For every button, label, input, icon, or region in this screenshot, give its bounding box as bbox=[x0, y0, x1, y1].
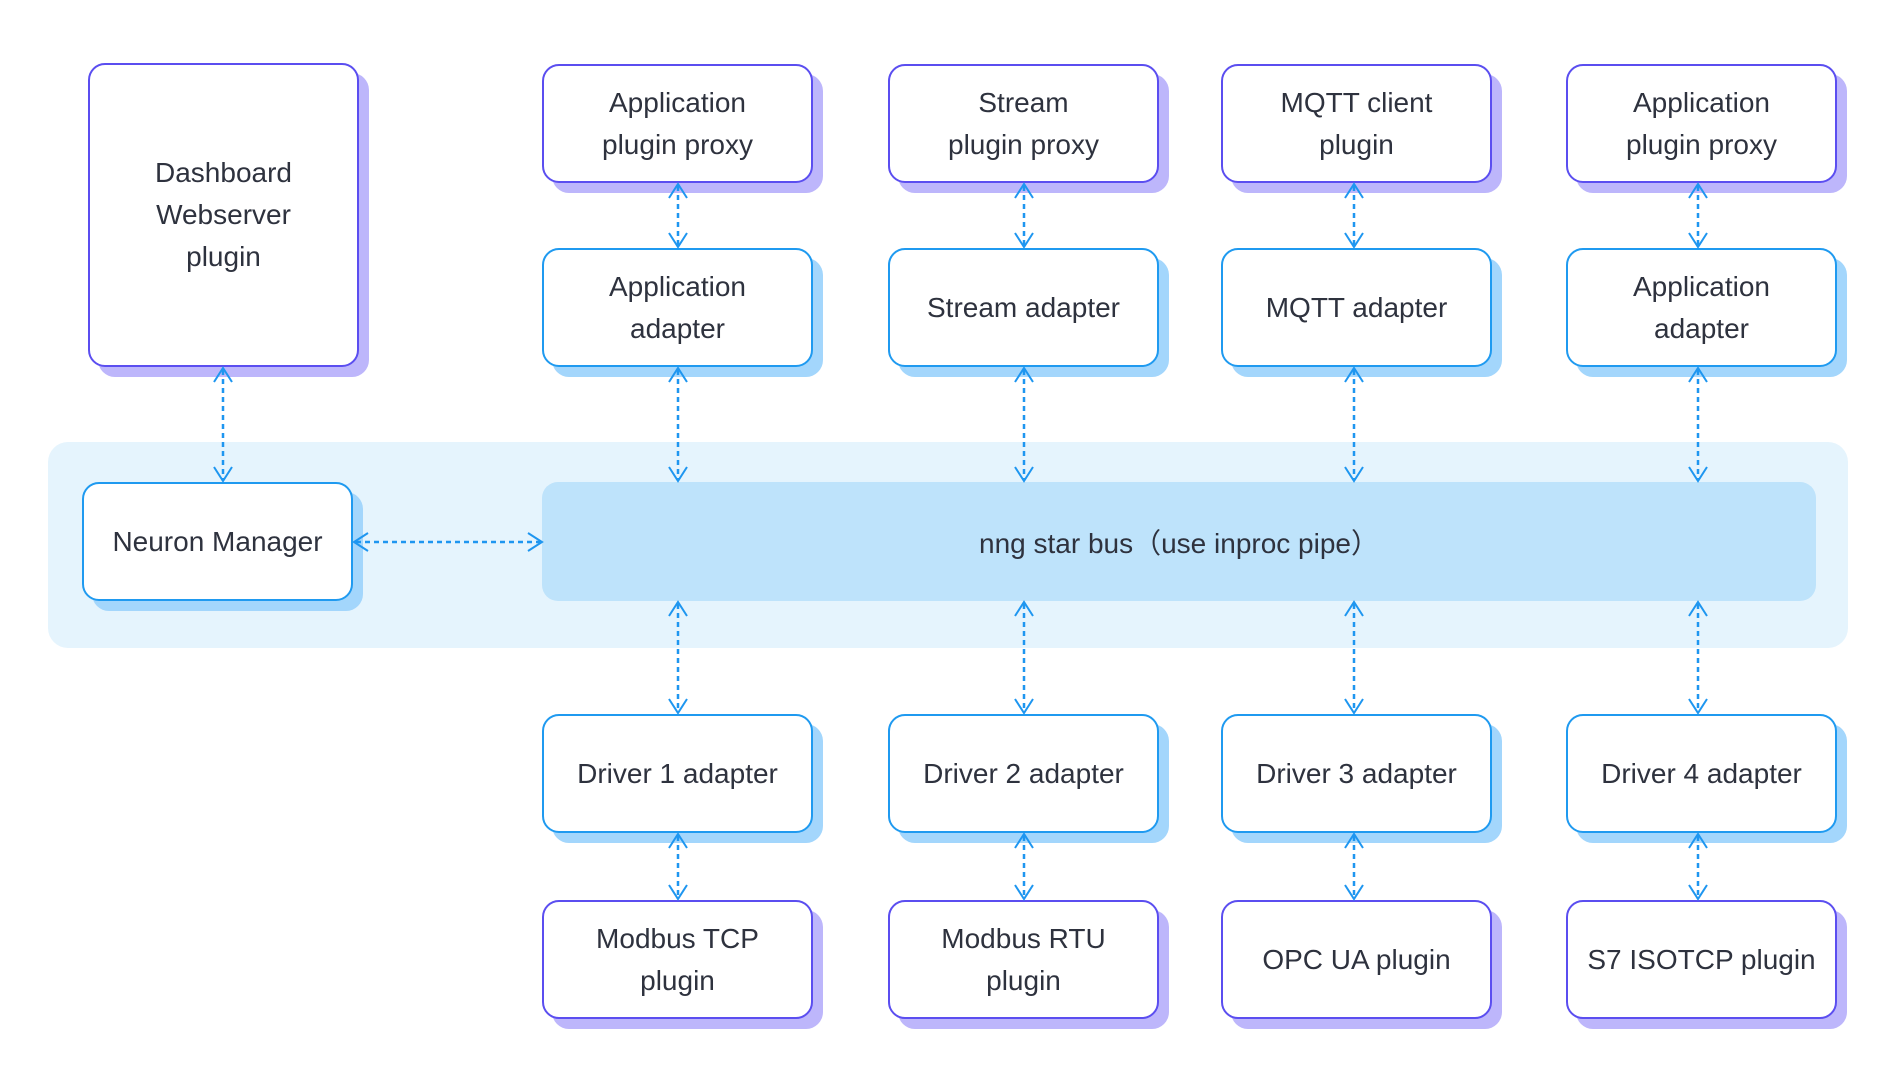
node-label: Driver 1 adapter bbox=[577, 757, 778, 789]
node-label: Neuron Manager bbox=[112, 525, 323, 557]
arrowhead-up-icon bbox=[1688, 832, 1708, 849]
arrowhead-down-icon bbox=[1014, 232, 1034, 249]
arrowhead-up-icon bbox=[1014, 182, 1034, 199]
arrowhead-down-icon bbox=[1688, 232, 1708, 249]
node-label: MQTT adapter bbox=[1265, 291, 1448, 323]
dashboard-webserver-plugin[interactable]: Dashboard Webserver plugin bbox=[88, 63, 359, 367]
node-label: Modbus TCP plugin bbox=[596, 922, 759, 996]
south-plugin-modbus-tcp[interactable]: Modbus TCP plugin bbox=[542, 900, 813, 1019]
node-label: Dashboard Webserver plugin bbox=[155, 157, 292, 272]
arrowhead-down-icon bbox=[1014, 884, 1034, 901]
arrowhead-down-icon bbox=[1688, 884, 1708, 901]
node-label: Application adapter bbox=[609, 270, 746, 344]
north-adapter-stream[interactable]: Stream adapter bbox=[888, 248, 1159, 367]
arrowhead-up-icon bbox=[668, 832, 688, 849]
north-adapter-application-2[interactable]: Application adapter bbox=[1566, 248, 1837, 367]
arrowhead-up-icon bbox=[1344, 182, 1364, 199]
south-plugin-opc-ua[interactable]: OPC UA plugin bbox=[1221, 900, 1492, 1019]
north-plugin-mqtt-client[interactable]: MQTT client plugin bbox=[1221, 64, 1492, 183]
node-label: Driver 4 adapter bbox=[1601, 757, 1802, 789]
node-label: OPC UA plugin bbox=[1262, 943, 1451, 975]
arrowhead-up-icon bbox=[1688, 366, 1708, 383]
north-adapter-application-1[interactable]: Application adapter bbox=[542, 248, 813, 367]
arrowhead-up-icon bbox=[668, 182, 688, 199]
arrowhead-down-icon bbox=[1688, 698, 1708, 715]
arrowhead-up-icon bbox=[1688, 182, 1708, 199]
node-label: S7 ISOTCP plugin bbox=[1587, 943, 1816, 975]
south-plugin-modbus-rtu[interactable]: Modbus RTU plugin bbox=[888, 900, 1159, 1019]
arrowhead-up-icon bbox=[1344, 832, 1364, 849]
node-label: Application plugin proxy bbox=[1626, 86, 1777, 160]
north-plugin-application-proxy-1[interactable]: Application plugin proxy bbox=[542, 64, 813, 183]
node-label: Stream plugin proxy bbox=[948, 86, 1099, 160]
arrowhead-up-icon bbox=[213, 366, 233, 383]
arrowhead-down-icon bbox=[668, 698, 688, 715]
arrowhead-up-icon bbox=[1014, 366, 1034, 383]
arrowhead-up-icon bbox=[1344, 366, 1364, 383]
north-plugin-application-proxy-2[interactable]: Application plugin proxy bbox=[1566, 64, 1837, 183]
nng-star-bus[interactable]: nng star bus（use inproc pipe） bbox=[542, 482, 1816, 601]
south-adapter-driver-3[interactable]: Driver 3 adapter bbox=[1221, 714, 1492, 833]
arrowhead-down-icon bbox=[1014, 698, 1034, 715]
south-plugin-s7-isotcp[interactable]: S7 ISOTCP plugin bbox=[1566, 900, 1837, 1019]
node-label: Driver 3 adapter bbox=[1256, 757, 1457, 789]
south-adapter-driver-4[interactable]: Driver 4 adapter bbox=[1566, 714, 1837, 833]
node-label: Application plugin proxy bbox=[602, 86, 753, 160]
node-label: Driver 2 adapter bbox=[923, 757, 1124, 789]
arrowhead-down-icon bbox=[668, 884, 688, 901]
node-label: Modbus RTU plugin bbox=[941, 922, 1106, 996]
arrowhead-down-icon bbox=[1344, 232, 1364, 249]
arrowhead-up-icon bbox=[1014, 832, 1034, 849]
arrowhead-down-icon bbox=[668, 232, 688, 249]
arrowhead-down-icon bbox=[1344, 698, 1364, 715]
south-adapter-driver-2[interactable]: Driver 2 adapter bbox=[888, 714, 1159, 833]
south-adapter-driver-1[interactable]: Driver 1 adapter bbox=[542, 714, 813, 833]
node-label: Application adapter bbox=[1633, 270, 1770, 344]
node-label: MQTT client plugin bbox=[1280, 86, 1433, 160]
north-plugin-stream-proxy[interactable]: Stream plugin proxy bbox=[888, 64, 1159, 183]
bus-label: nng star bus（use inproc pipe） bbox=[979, 527, 1379, 559]
north-adapter-mqtt[interactable]: MQTT adapter bbox=[1221, 248, 1492, 367]
neuron-manager[interactable]: Neuron Manager bbox=[82, 482, 353, 601]
arrowhead-down-icon bbox=[1344, 884, 1364, 901]
node-label: Stream adapter bbox=[927, 291, 1120, 323]
arrowhead-up-icon bbox=[668, 366, 688, 383]
